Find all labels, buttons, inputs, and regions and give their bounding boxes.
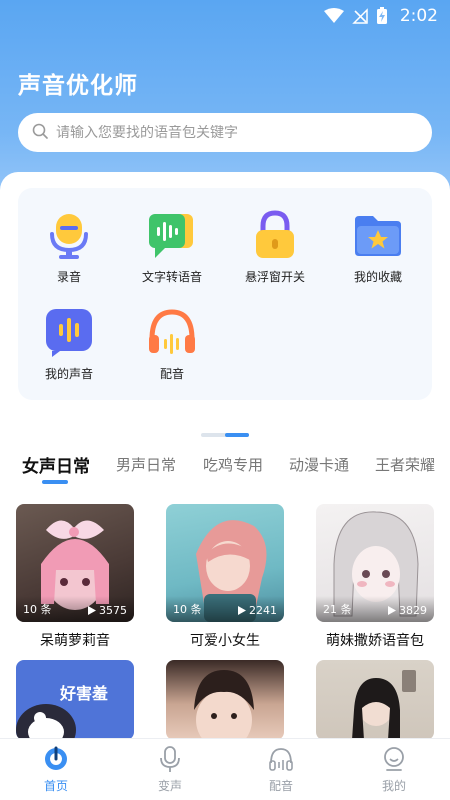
tab-anime[interactable]: 动漫卡通 [289,454,349,475]
page-indicator [201,433,249,437]
function-favorites[interactable]: 我的收藏 [328,208,428,285]
card-plays: 2241 [238,604,277,617]
card-plays-value: 3575 [99,604,127,617]
nav-voice-changer[interactable]: 变声 [140,745,200,794]
card-plays: 3575 [88,604,127,617]
profile-icon [381,745,407,773]
tab-pubg[interactable]: 吃鸡专用 [203,454,263,475]
status-bar: 2:02 [0,0,450,32]
card-title: 萌妹撒娇语音包 [326,633,424,649]
wifi-icon [324,8,344,28]
card-count: 10 条 [173,603,202,616]
card-thumbnail: 好害羞 [16,660,134,740]
function-floating-window[interactable]: 悬浮窗开关 [225,208,325,285]
voice-pack-card[interactable]: 10 条 3575 呆萌萝莉音 [16,504,134,650]
headphones-icon [145,305,199,359]
function-panel: 录音 文字转语音 悬浮窗开关 我的收藏 我的声音 配音 [18,188,432,400]
function-label: 录音 [56,270,81,284]
function-record[interactable]: 录音 [19,208,119,285]
page-title: 声音优化师 [18,73,138,99]
card-overlay-text: 好害羞 [60,684,109,703]
category-tabs: 女声日常 男声日常 吃鸡专用 动漫卡通 王者荣耀 [0,450,450,490]
function-label: 我的声音 [44,367,93,381]
home-record-icon [43,745,69,773]
card-thumbnail: 10 条 3575 [16,504,134,622]
card-count: 21 条 [323,603,352,616]
text-to-speech-icon [145,208,199,262]
card-thumbnail: 21 条 3829 [316,504,434,622]
card-title: 呆萌萝莉音 [40,633,110,649]
voice-pack-card[interactable]: 10 条 2241 可爱小女生 [166,504,284,650]
nav-label: 首页 [43,779,68,793]
nav-profile[interactable]: 我的 [364,745,424,794]
status-time: 2:02 [399,6,438,26]
star-folder-icon [351,208,405,262]
search-input[interactable] [56,124,396,141]
voice-pack-card[interactable] [166,660,284,740]
no-signal-icon [352,8,368,28]
function-label: 我的收藏 [353,270,402,284]
card-plays-value: 2241 [249,604,277,617]
card-plays-value: 3829 [399,604,427,617]
search-icon [32,123,48,143]
card-thumbnail [316,660,434,740]
play-icon [388,606,396,615]
function-label: 文字转语音 [141,270,202,284]
voice-pack-card[interactable]: 好害羞 [16,660,134,740]
play-icon [88,606,96,615]
function-text-to-speech[interactable]: 文字转语音 [122,208,222,285]
lock-icon [248,208,302,262]
nav-label: 我的 [381,779,406,793]
tab-underline [42,480,68,484]
function-dubbing[interactable]: 配音 [122,305,222,382]
card-plays: 3829 [388,604,427,617]
card-title: 可爱小女生 [190,633,260,649]
headphones-icon [268,745,294,773]
play-icon [238,606,246,615]
function-label: 配音 [159,367,184,381]
voice-wave-icon [42,305,96,359]
microphone-icon [42,208,96,262]
card-thumbnail: 10 条 2241 [166,504,284,622]
bottom-nav: 首页 变声 配音 我的 [0,738,450,800]
voice-pack-card[interactable]: 21 条 3829 萌妹撒娇语音包 [316,504,434,650]
card-count: 10 条 [23,603,52,616]
search-bar[interactable] [18,113,432,152]
voice-pack-card[interactable] [316,660,434,740]
microphone-icon [157,745,183,773]
nav-label: 配音 [268,779,293,793]
card-thumbnail [166,660,284,740]
nav-home[interactable]: 首页 [26,745,86,794]
nav-dubbing[interactable]: 配音 [251,745,311,794]
function-label: 悬浮窗开关 [244,270,305,284]
function-my-voice[interactable]: 我的声音 [19,305,119,382]
battery-charging-icon [376,7,388,29]
nav-label: 变声 [157,779,182,793]
tab-honor-of-kings[interactable]: 王者荣耀 [375,454,435,475]
tab-female-daily[interactable]: 女声日常 [22,452,90,477]
tab-male-daily[interactable]: 男声日常 [116,454,176,475]
